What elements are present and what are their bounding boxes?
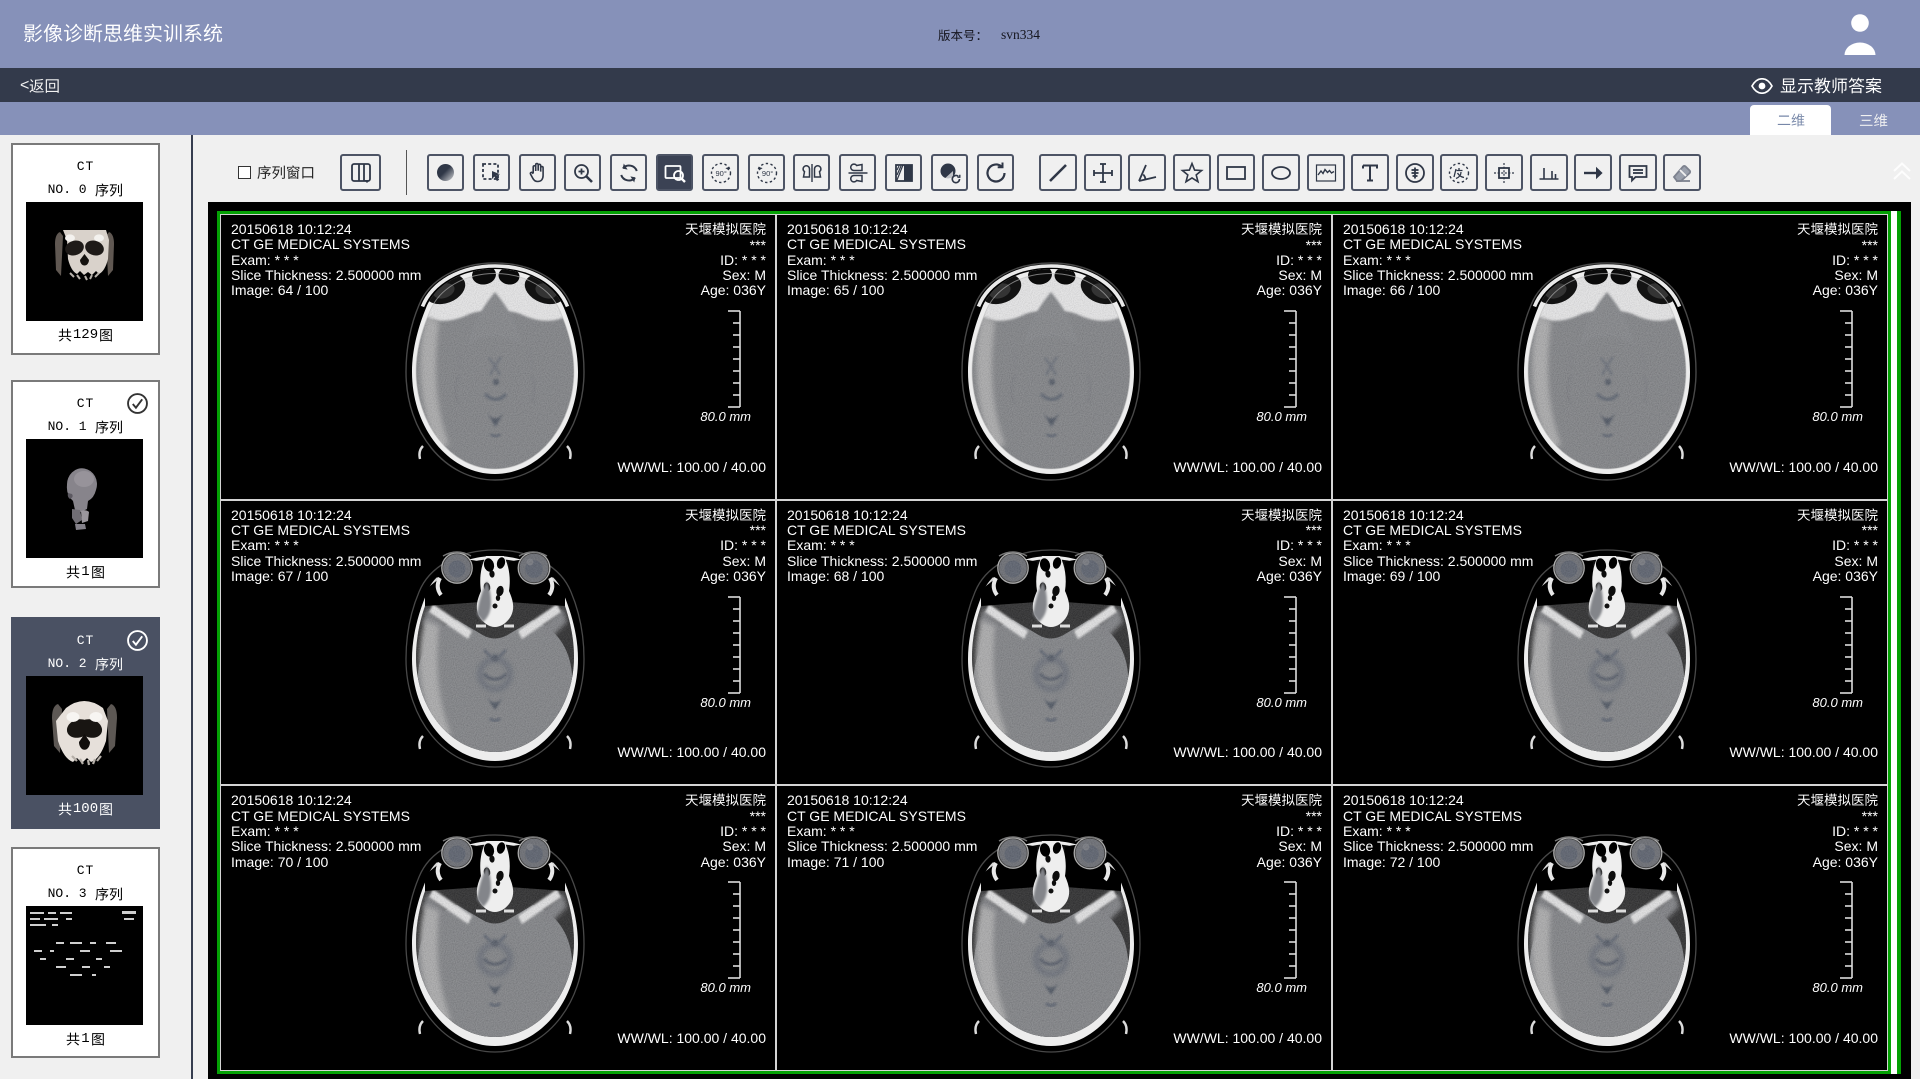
svg-text:90°: 90°: [761, 169, 772, 178]
svg-text:90°: 90°: [715, 169, 726, 178]
